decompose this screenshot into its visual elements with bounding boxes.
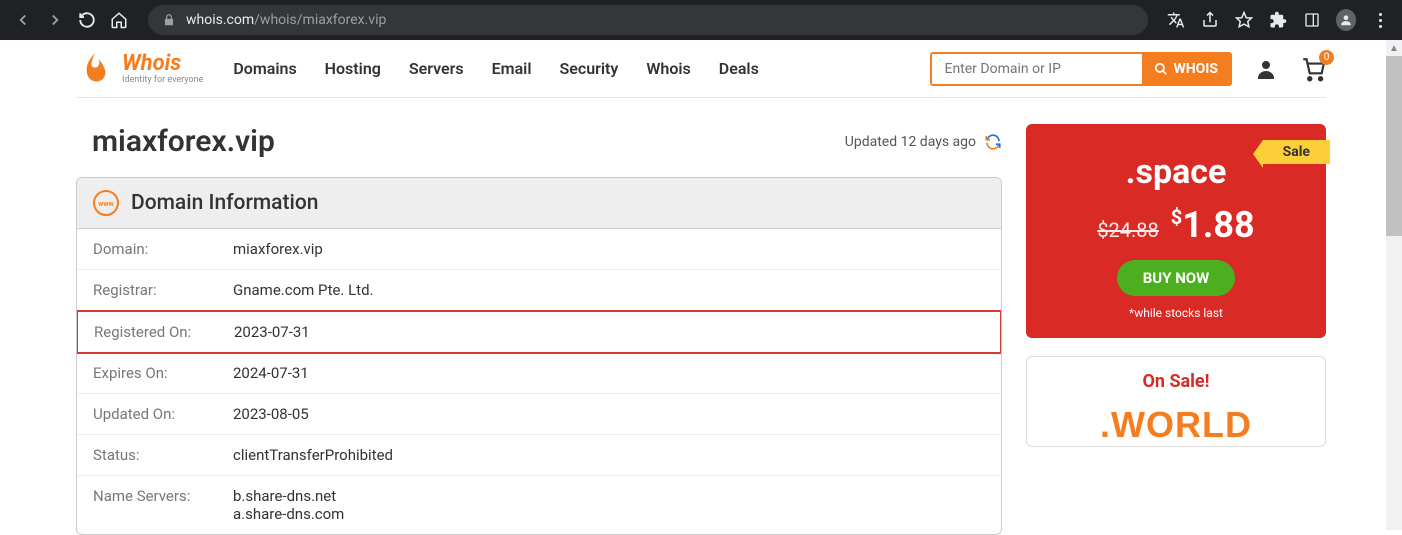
label-registered: Registered On:	[94, 323, 234, 341]
sale-tag: Sale	[1263, 140, 1330, 164]
updated-info: Updated 12 days ago	[845, 133, 1002, 151]
row-registered-on: Registered On: 2023-07-31	[76, 310, 1002, 354]
value-registrar: Gname.com Pte. Ltd.	[233, 281, 374, 299]
row-registrar: Registrar: Gname.com Pte. Ltd.	[77, 270, 1001, 311]
stock-note: *while stocks last	[1026, 306, 1326, 320]
logo-text: Whois	[122, 53, 203, 75]
nav-servers[interactable]: Servers	[409, 59, 464, 78]
currency-symbol: $	[1171, 205, 1182, 229]
forward-button[interactable]	[44, 9, 66, 31]
domain-info-panel: www Domain Information Domain: miaxforex…	[76, 177, 1002, 535]
onsale-card-world: On Sale! .WORLD	[1026, 356, 1326, 447]
nav-whois[interactable]: Whois	[646, 59, 690, 78]
logo-tagline: Identity for everyone	[122, 75, 203, 85]
value-registered: 2023-07-31	[234, 323, 310, 341]
profile-avatar[interactable]	[1336, 10, 1356, 30]
vertical-scrollbar[interactable]: ▲	[1386, 40, 1402, 530]
home-button[interactable]	[108, 9, 130, 31]
label-expires: Expires On:	[93, 364, 233, 382]
page-title: miaxforex.vip	[92, 124, 275, 159]
promo-card-space: Sale .space $24.88 $1.88 BUY NOW *while …	[1026, 124, 1326, 338]
onsale-tld: .WORLD	[1027, 404, 1325, 446]
promo-new-price: $1.88	[1171, 204, 1255, 246]
price-value: 1.88	[1182, 204, 1254, 246]
reload-button[interactable]	[76, 9, 98, 31]
label-nameservers: Name Servers:	[93, 487, 233, 523]
panel-header: www Domain Information	[77, 178, 1001, 229]
row-expires-on: Expires On: 2024-07-31	[77, 353, 1001, 394]
value-updated: 2023-08-05	[233, 405, 309, 423]
label-status: Status:	[93, 446, 233, 464]
cart-icon[interactable]: 0	[1300, 56, 1326, 82]
row-status: Status: clientTransferProhibited	[77, 435, 1001, 476]
main-nav: Domains Hosting Servers Email Security W…	[233, 59, 758, 78]
menu-dots-icon[interactable]	[1370, 10, 1390, 30]
nav-deals[interactable]: Deals	[719, 59, 759, 78]
bookmark-star-icon[interactable]	[1234, 10, 1254, 30]
site-header: Whois Identity for everyone Domains Host…	[76, 40, 1326, 98]
back-button[interactable]	[12, 9, 34, 31]
www-icon: www	[93, 190, 119, 216]
cart-count-badge: 0	[1319, 50, 1334, 65]
row-name-servers: Name Servers: b.share-dns.net a.share-dn…	[77, 476, 1001, 534]
scroll-thumb[interactable]	[1386, 56, 1402, 236]
buy-now-button[interactable]: BUY NOW	[1117, 260, 1236, 296]
whois-search-form: WHOIS	[930, 52, 1232, 86]
svg-text:www: www	[98, 200, 114, 208]
flame-icon	[76, 50, 114, 88]
nav-email[interactable]: Email	[492, 59, 532, 78]
browser-toolbar: whois.com/whois/miaxforex.vip	[0, 0, 1402, 40]
label-domain: Domain:	[93, 240, 233, 258]
nav-hosting[interactable]: Hosting	[325, 59, 381, 78]
onsale-title: On Sale!	[1027, 371, 1325, 392]
search-button-label: WHOIS	[1173, 61, 1218, 77]
whois-search-button[interactable]: WHOIS	[1142, 54, 1230, 84]
panel-heading: Domain Information	[131, 191, 318, 215]
extensions-icon[interactable]	[1268, 10, 1288, 30]
domain-search-input[interactable]	[932, 54, 1142, 84]
value-nameservers: b.share-dns.net a.share-dns.com	[233, 487, 344, 523]
value-domain: miaxforex.vip	[233, 240, 323, 258]
label-registrar: Registrar:	[93, 281, 233, 299]
side-panel-icon[interactable]	[1302, 10, 1322, 30]
search-icon	[1154, 62, 1168, 76]
lock-icon	[162, 13, 176, 27]
ns-1: b.share-dns.net	[233, 487, 344, 505]
share-icon[interactable]	[1200, 10, 1220, 30]
row-updated-on: Updated On: 2023-08-05	[77, 394, 1001, 435]
site-logo[interactable]: Whois Identity for everyone	[76, 50, 203, 88]
translate-icon[interactable]	[1166, 10, 1186, 30]
promo-old-price: $24.88	[1097, 218, 1158, 242]
scroll-up-arrow[interactable]: ▲	[1386, 40, 1402, 56]
address-bar[interactable]: whois.com/whois/miaxforex.vip	[148, 5, 1148, 35]
value-status: clientTransferProhibited	[233, 446, 393, 464]
updated-text: Updated 12 days ago	[845, 134, 976, 150]
label-updated: Updated On:	[93, 405, 233, 423]
row-domain: Domain: miaxforex.vip	[77, 229, 1001, 270]
ns-2: a.share-dns.com	[233, 505, 344, 523]
account-icon[interactable]	[1254, 57, 1278, 81]
refresh-icon[interactable]	[984, 133, 1002, 151]
url-host: whois.com	[186, 12, 254, 28]
browser-right-icons	[1166, 10, 1390, 30]
url-path: /whois/miaxforex.vip	[254, 12, 386, 28]
value-expires: 2024-07-31	[233, 364, 309, 382]
nav-security[interactable]: Security	[559, 59, 618, 78]
nav-domains[interactable]: Domains	[233, 59, 296, 78]
